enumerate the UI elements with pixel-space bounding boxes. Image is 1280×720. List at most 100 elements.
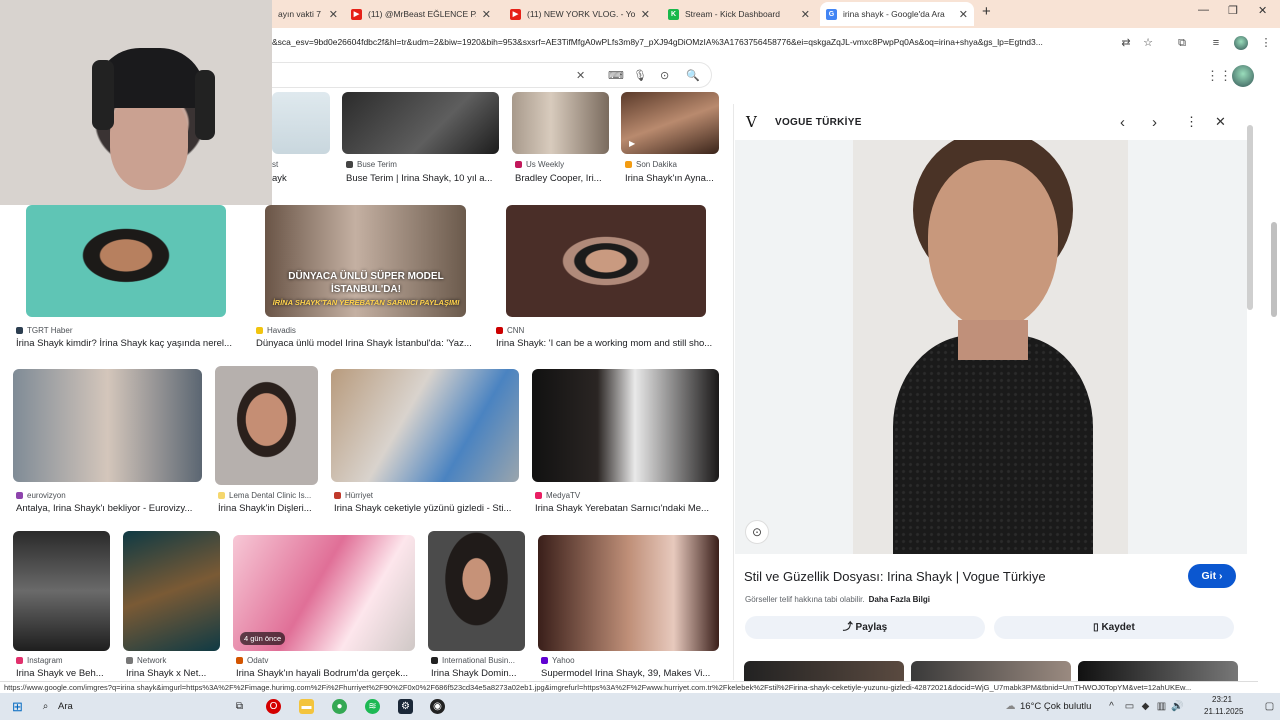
result-source: Instagram [16, 656, 63, 665]
obs-icon[interactable]: ◉ [430, 699, 445, 714]
tab-close-icon[interactable]: ✕ [801, 8, 810, 21]
result-title[interactable]: Irina Shayk x Net... [126, 668, 221, 679]
taskbar-search-input[interactable]: Ara [58, 701, 73, 712]
bookmark-star-icon[interactable]: ☆ [1140, 35, 1156, 51]
search-icon[interactable]: ⌕ [38, 699, 53, 714]
lens-icon[interactable]: ⊙ [660, 69, 669, 82]
spotify-icon[interactable]: ≋ [365, 699, 380, 714]
window-close-icon[interactable]: ✕ [1258, 4, 1267, 17]
tab-3[interactable]: ▶ (11) NEW YORK VLOG. - YouTu ✕ [504, 2, 656, 26]
network-icon[interactable]: ▥ [1154, 699, 1169, 714]
go-button[interactable]: Git › [1188, 564, 1236, 588]
new-tab-icon[interactable]: + [982, 3, 991, 20]
url-field[interactable]: &sca_esv=9bd0e26604fdbc2f&hl=tr&udm=2&bi… [272, 37, 1112, 47]
image-result[interactable] [506, 205, 706, 317]
result-source: Buse Terim [346, 160, 397, 169]
tab-4[interactable]: K Stream - Kick Dashboard ✕ [662, 2, 816, 26]
weather-icon: ☁ [1005, 701, 1016, 712]
image-result[interactable] [538, 535, 719, 651]
tray-app-icon[interactable]: ◆ [1138, 699, 1153, 714]
result-title[interactable]: Irina Shayk'ın hayali Bodrum'da gerçek..… [236, 668, 416, 679]
maximize-icon[interactable]: ❐ [1228, 4, 1238, 17]
result-title[interactable]: Irina Shayk ve Beh... [16, 668, 111, 679]
google-account-avatar[interactable] [1232, 65, 1254, 87]
reading-list-icon[interactable]: ≡ [1208, 35, 1224, 51]
result-title[interactable]: Supermodel Irina Shayk, 39, Makes Vi... [541, 668, 716, 679]
result-title[interactable]: Antalya, Irina Shayk'ı bekliyor - Eurovi… [16, 503, 201, 514]
result-title[interactable]: Irina Shayk: 'I can be a working mom and… [496, 338, 718, 349]
tray-expand-icon[interactable]: ^ [1104, 699, 1119, 714]
chevron-left-icon[interactable]: ‹ [1120, 114, 1125, 131]
opera-icon[interactable]: O [266, 699, 281, 714]
more-options-icon[interactable]: ⋮ [1185, 114, 1198, 130]
keyboard-icon[interactable]: ⌨ [608, 69, 624, 82]
tab-close-icon[interactable]: ✕ [641, 8, 650, 21]
close-panel-icon[interactable]: ✕ [1215, 114, 1226, 130]
tray-app-icon[interactable]: ▭ [1122, 699, 1137, 714]
youtube-icon: ▶ [351, 8, 362, 20]
windows-start-icon[interactable]: ⊞ [10, 699, 25, 714]
panel-scrollbar[interactable] [1247, 125, 1253, 310]
share-button[interactable]: ⤴ Paylaş [745, 616, 985, 639]
result-title[interactable]: Bradley Cooper, Iri... [515, 173, 615, 184]
chrome-icon[interactable]: ● [332, 699, 347, 714]
result-title[interactable]: ayk [272, 173, 332, 184]
extensions-icon[interactable]: ⧉ [1174, 35, 1190, 51]
image-result[interactable]: ▶ [621, 92, 719, 154]
notification-icon[interactable]: ▢ [1262, 699, 1277, 714]
translate-icon[interactable]: ⇄ [1118, 35, 1134, 51]
file-explorer-icon[interactable]: ▬ [299, 699, 314, 714]
tab-google-active[interactable]: G irina shayk - Google'da Ara ✕ [820, 2, 974, 26]
clock-date[interactable]: 21.11.2025 [1204, 707, 1243, 716]
save-button[interactable]: ▯ Kaydet [994, 616, 1234, 639]
tab-close-icon[interactable]: ✕ [482, 8, 491, 21]
result-title[interactable]: Irina Shayk Yerebatan Sarnıcı'ndaki Me..… [535, 503, 720, 514]
page-scrollbar[interactable] [1270, 92, 1278, 682]
result-title[interactable]: Buse Terim | Irina Shayk, 10 yıl a... [346, 173, 501, 184]
search-input[interactable]: ✕ ⌨ 🎙 ⊙ 🔍 [272, 62, 712, 88]
preview-title[interactable]: Stil ve Güzellik Dosyası: Irina Shayk | … [744, 569, 1046, 584]
minimize-icon[interactable]: — [1198, 4, 1209, 16]
result-title[interactable]: Irina Shayk ceketiyle yüzünü gizledi - S… [334, 503, 524, 514]
more-info-link[interactable]: Daha Fazla Bilgi [869, 595, 930, 604]
image-result[interactable] [342, 92, 499, 154]
related-image[interactable] [911, 661, 1071, 681]
image-result[interactable] [13, 531, 110, 651]
tab-2[interactable]: ▶ (11) @MrBeast EĞLENCE PARK! ✕ [345, 2, 497, 26]
tab-close-icon[interactable]: ✕ [329, 8, 338, 21]
weather-text[interactable]: 16°C Çok bulutlu [1020, 701, 1091, 712]
image-result[interactable] [532, 369, 719, 482]
volume-icon[interactable]: 🔊 [1170, 699, 1185, 714]
related-image[interactable] [744, 661, 904, 681]
time-badge: 4 gün önce [240, 632, 286, 645]
result-title[interactable]: Irina Shayk Domin... [431, 668, 526, 679]
mic-icon[interactable]: 🎙 [633, 69, 647, 82]
image-result[interactable] [123, 531, 220, 651]
image-result[interactable] [331, 369, 519, 482]
chevron-right-icon[interactable]: › [1152, 114, 1157, 131]
clock-time[interactable]: 23:21 [1212, 695, 1232, 704]
steam-icon[interactable]: ⚙ [398, 699, 413, 714]
image-result[interactable] [215, 366, 318, 485]
clear-icon[interactable]: ✕ [576, 69, 585, 82]
tab-close-icon[interactable]: ✕ [959, 8, 968, 21]
tab-1[interactable]: ayın vakti 7 - ✕ [272, 2, 344, 26]
related-image[interactable] [1078, 661, 1238, 681]
image-result[interactable] [272, 92, 330, 154]
google-lens-icon[interactable]: ⊙ [745, 520, 769, 544]
profile-avatar-icon[interactable] [1234, 36, 1248, 50]
task-view-icon[interactable]: ⧉ [232, 699, 247, 714]
image-result[interactable] [428, 531, 525, 651]
image-result[interactable] [26, 205, 226, 317]
search-icon[interactable]: 🔍 [686, 69, 700, 82]
preview-photo[interactable] [853, 140, 1128, 554]
result-title[interactable]: İrina Shayk'in Dişleri... [218, 503, 318, 514]
webcam-overlay [0, 0, 272, 205]
panel-site-name[interactable]: VOGUE TÜRKİYE [775, 117, 862, 128]
image-result[interactable] [13, 369, 202, 482]
result-title[interactable]: Dünyaca ünlü model Irina Shayk İstanbul'… [256, 338, 476, 349]
menu-kebab-icon[interactable]: ⋮ [1258, 35, 1274, 51]
image-result[interactable] [512, 92, 609, 154]
result-title[interactable]: İrina Shayk kimdir? İrina Shayk kaç yaşı… [16, 338, 236, 349]
result-title[interactable]: Irina Shayk'ın Ayna... [625, 173, 725, 184]
